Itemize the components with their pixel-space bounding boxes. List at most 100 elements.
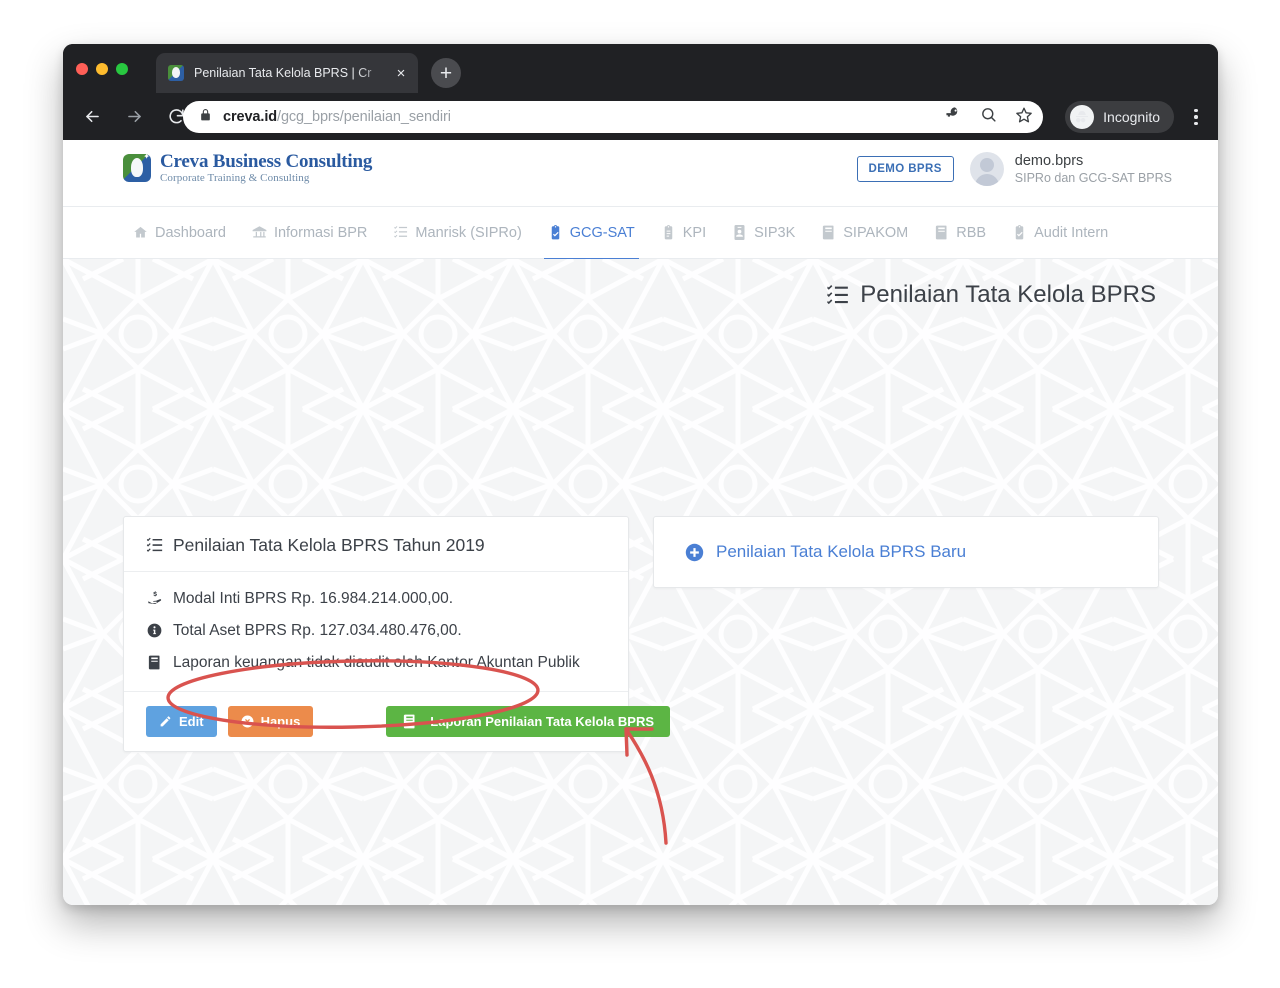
penilaian-baru-link[interactable]: Penilaian Tata Kelola BPRS Baru <box>685 542 966 562</box>
delete-button-label: Hapus <box>260 714 301 729</box>
nav-item-audit-intern[interactable]: Audit Intern <box>999 207 1121 259</box>
nav-label: GCG-SAT <box>569 224 635 241</box>
book-icon <box>934 225 949 240</box>
info-row-laporan: Laporan keuangan tidak diaudit oleh Kant… <box>146 652 606 674</box>
page-title: Penilaian Tata Kelola BPRS <box>826 281 1156 309</box>
id-badge-icon <box>732 225 747 240</box>
nav-item-sipakom[interactable]: SIPAKOM <box>808 207 921 259</box>
browser-tab[interactable]: Penilaian Tata Kelola BPRS | Cr × <box>156 53 418 93</box>
url-domain: creva.id <box>223 109 278 125</box>
nav-item-kpi[interactable]: KPI <box>648 207 719 259</box>
clipboard-check-icon <box>548 225 563 240</box>
tasks-list-icon <box>393 225 408 240</box>
page-title-text: Penilaian Tata Kelola BPRS <box>860 281 1156 308</box>
nav-item-rbb[interactable]: RBB <box>921 207 999 259</box>
card-actions: Edit Hapus Laporan Penilaian Tata Kelola… <box>124 691 671 751</box>
main-navigation: Dashboard Informasi BPR Manrisk (SIPRo) … <box>63 207 1218 260</box>
edit-button-label: Edit <box>179 714 204 729</box>
book-icon <box>146 655 163 670</box>
logo-text: Creva Business Consulting Corporate Trai… <box>160 152 372 184</box>
delete-button[interactable]: Hapus <box>227 706 314 737</box>
nav-label: KPI <box>682 224 707 241</box>
nav-label: Audit Intern <box>1034 224 1109 241</box>
url-text: creva.id/gcg_bprs/penilaian_sendiri <box>223 109 451 125</box>
pencil-icon <box>159 715 172 728</box>
penilaian-baru-card[interactable]: Penilaian Tata Kelola BPRS Baru <box>653 516 1159 588</box>
page-content: Penilaian Tata Kelola BPRS Penilaian Tat… <box>63 259 1218 905</box>
tasks-list-icon <box>146 537 163 554</box>
info-text: Modal Inti BPRS Rp. 16.984.214.000,00. <box>173 590 454 607</box>
header-right: DEMO BPRS demo.bprs SIPRo dan GCG-SAT BP… <box>856 152 1172 187</box>
forward-arrow-icon[interactable] <box>117 100 151 134</box>
card-title-text: Penilaian Tata Kelola BPRS Tahun 2019 <box>173 535 485 555</box>
nav-label: Informasi BPR <box>273 224 368 241</box>
lock-icon <box>199 108 212 127</box>
nav-label: SIPAKOM <box>843 224 909 241</box>
incognito-profile-button[interactable]: Incognito <box>1065 101 1174 133</box>
password-key-icon[interactable] <box>945 106 962 128</box>
penilaian-baru-label: Penilaian Tata Kelola BPRS Baru <box>716 542 967 561</box>
browser-toolbar: creva.id/gcg_bprs/penilaian_sendiri Inco… <box>63 93 1218 140</box>
site-logo[interactable]: Creva Business Consulting Corporate Trai… <box>123 152 372 184</box>
home-icon <box>133 225 148 240</box>
zoom-search-icon[interactable] <box>980 106 997 128</box>
back-arrow-icon[interactable] <box>75 100 109 134</box>
nav-item-dashboard[interactable]: Dashboard <box>120 207 239 259</box>
bank-icon <box>252 225 267 240</box>
edit-button[interactable]: Edit <box>146 706 217 737</box>
page-viewport: Creva Business Consulting Corporate Trai… <box>63 140 1218 905</box>
demo-badge[interactable]: DEMO BPRS <box>856 156 954 183</box>
nav-label: Dashboard <box>155 224 226 241</box>
info-text: Laporan keuangan tidak diaudit oleh Kant… <box>173 654 580 671</box>
maximize-window-button[interactable] <box>116 63 128 75</box>
close-tab-icon[interactable]: × <box>392 64 410 82</box>
user-info: demo.bprs SIPRo dan GCG-SAT BPRS <box>1015 152 1172 186</box>
tasks-list-icon <box>826 284 849 307</box>
new-tab-button[interactable]: + <box>431 58 461 88</box>
incognito-hat-icon <box>1070 105 1095 129</box>
hand-holding-money-icon <box>146 591 163 607</box>
avatar <box>969 152 1004 187</box>
laporan-penilaian-button[interactable]: Laporan Penilaian Tata Kelola BPRS <box>386 706 671 737</box>
times-circle-icon <box>241 715 254 728</box>
close-window-button[interactable] <box>76 63 88 75</box>
omnibox-icons <box>945 101 1033 133</box>
plus-circle-icon <box>685 543 704 562</box>
laporan-button-label: Laporan Penilaian Tata Kelola BPRS <box>430 714 655 729</box>
creva-logo-icon <box>123 152 151 183</box>
nav-item-gcg-sat[interactable]: GCG-SAT <box>535 207 648 260</box>
browser-window: Penilaian Tata Kelola BPRS | Cr × + crev… <box>63 44 1218 905</box>
card-title: Penilaian Tata Kelola BPRS Tahun 2019 <box>124 517 628 572</box>
url-path: /gcg_bprs/penilaian_sendiri <box>277 109 451 125</box>
book-icon <box>821 225 836 240</box>
info-row-modal-inti: Modal Inti BPRS Rp. 16.984.214.000,00. <box>146 588 606 610</box>
nav-label: RBB <box>956 224 987 241</box>
penilaian-card: Penilaian Tata Kelola BPRS Tahun 2019 Mo… <box>123 516 671 752</box>
user-name: demo.bprs <box>1014 153 1084 169</box>
nav-item-manrisk[interactable]: Manrisk (SIPRo) <box>380 207 534 259</box>
nav-label: SIP3K <box>754 224 796 241</box>
nav-item-sip3k[interactable]: SIP3K <box>719 207 808 259</box>
info-text: Total Aset BPRS Rp. 127.034.480.476,00. <box>173 622 462 639</box>
nav-item-informasi-bpr[interactable]: Informasi BPR <box>239 207 380 259</box>
star-bookmark-icon[interactable] <box>1015 106 1033 129</box>
clipboard-icon <box>661 225 676 240</box>
info-circle-icon <box>146 623 163 638</box>
card-body: Modal Inti BPRS Rp. 16.984.214.000,00. T… <box>124 572 628 691</box>
info-row-total-aset: Total Aset BPRS Rp. 127.034.480.476,00. <box>146 620 606 642</box>
window-traffic-lights <box>76 63 128 75</box>
address-bar[interactable]: creva.id/gcg_bprs/penilaian_sendiri <box>183 101 1043 133</box>
minimize-window-button[interactable] <box>96 63 108 75</box>
nav-label: Manrisk (SIPRo) <box>415 224 522 241</box>
tab-favicon-icon <box>168 65 184 81</box>
clipboard-check-icon <box>1012 225 1027 240</box>
user-account-box[interactable]: demo.bprs SIPRo dan GCG-SAT BPRS <box>969 152 1172 187</box>
incognito-label: Incognito <box>1103 109 1160 125</box>
kebab-menu-icon[interactable] <box>1186 104 1206 130</box>
site-header: Creva Business Consulting Corporate Trai… <box>63 140 1218 207</box>
logo-sub-text: Corporate Training & Consulting <box>160 171 310 184</box>
tab-title: Penilaian Tata Kelola BPRS | Cr <box>194 66 372 80</box>
browser-titlebar: Penilaian Tata Kelola BPRS | Cr × + <box>63 44 1218 93</box>
user-role: SIPRo dan GCG-SAT BPRS <box>1014 171 1172 186</box>
book-icon <box>402 714 417 729</box>
